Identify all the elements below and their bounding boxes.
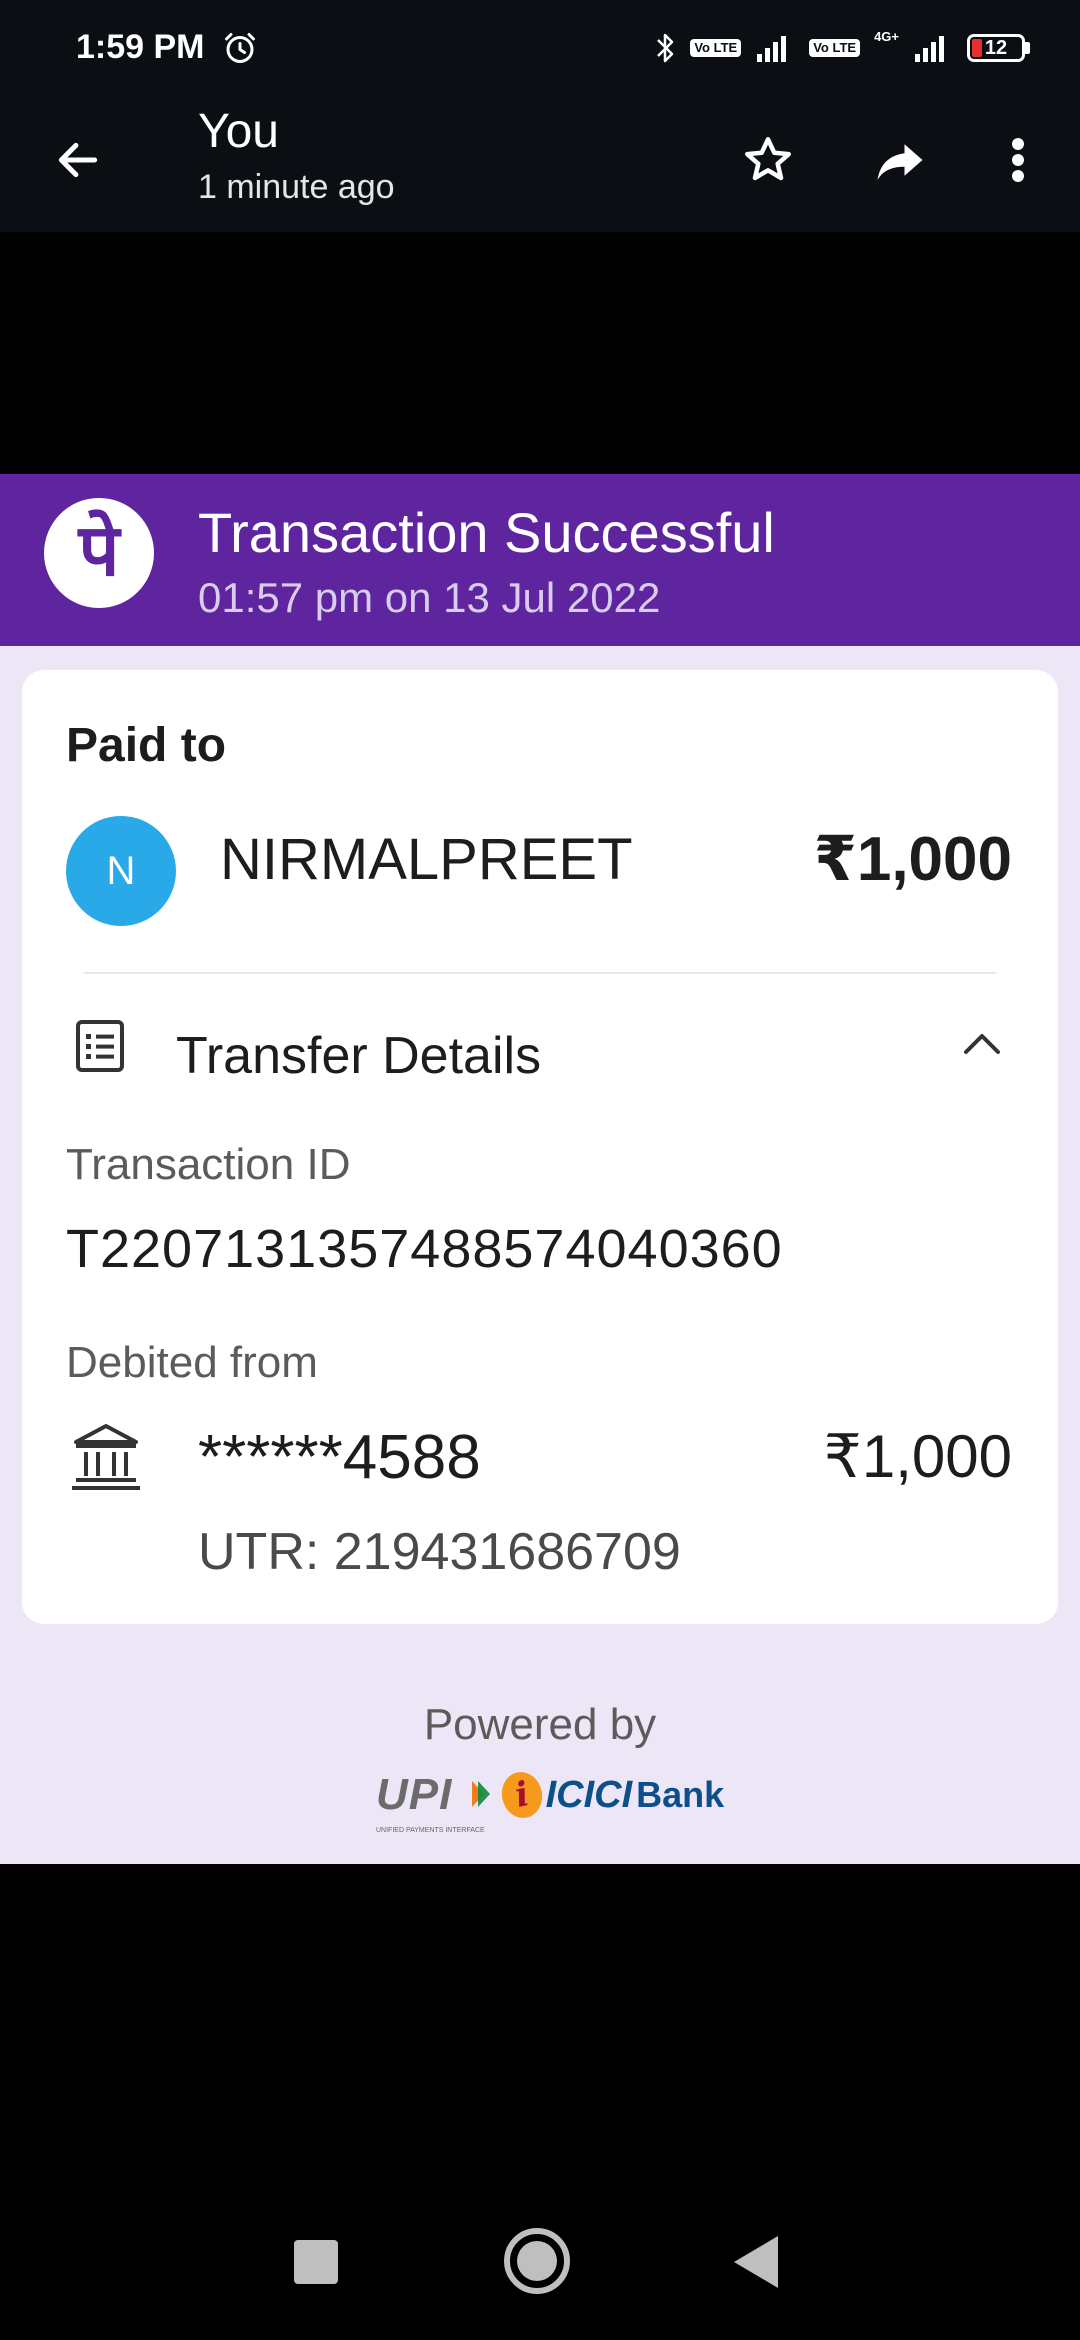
upi-arrow-icon <box>470 1779 492 1809</box>
more-options-button[interactable] <box>980 122 1056 198</box>
star-button[interactable] <box>730 122 806 198</box>
status-bar: 1:59 PM Vo LTE Vo LTE 4G+ 12 <box>0 0 1080 100</box>
debit-account: ******4588 <box>198 1423 481 1492</box>
payee-name: NIRMALPREET <box>220 827 633 892</box>
back-button[interactable] <box>40 122 116 198</box>
transaction-id: T2207131357488574040360 <box>66 1219 783 1279</box>
battery-level: 12 <box>984 37 1008 59</box>
bluetooth-icon <box>657 33 674 63</box>
arrow-back-icon <box>58 142 98 178</box>
paid-amount: ₹1,000 <box>813 825 1012 894</box>
icici-bank-logo: i ICICI Bank <box>497 1768 724 1822</box>
transfer-details-label: Transfer Details <box>176 1027 542 1085</box>
transaction-datetime: 01:57 pm on 13 Jul 2022 <box>198 574 661 621</box>
star-icon <box>745 137 791 181</box>
forward-button[interactable] <box>862 122 938 198</box>
signal-icon-1 <box>757 36 787 62</box>
status-banner: पे Transaction Successful 01:57 pm on 13… <box>0 474 1080 646</box>
powered-by-label: Powered by <box>423 1700 657 1749</box>
transaction-card: Paid to N NIRMALPREET ₹1,000 Transfer De… <box>22 670 1058 1624</box>
system-back-button[interactable] <box>734 2236 778 2288</box>
system-nav-bar <box>0 2180 1080 2340</box>
receipt-list-icon <box>76 1020 124 1072</box>
app-bar: You 1 minute ago <box>0 100 1080 232</box>
partner-logos: UPI UNIFIED PAYMENTS INTERFACE i ICICI B… <box>376 1768 724 1834</box>
divider <box>84 972 996 974</box>
status-time: 1:59 PM <box>76 28 205 66</box>
more-vert-icon <box>1012 138 1024 182</box>
debited-amount: ₹1,000 <box>823 1423 1012 1490</box>
avatar: N <box>66 816 176 926</box>
page-title: You <box>198 105 279 158</box>
upi-logo: UPI UNIFIED PAYMENTS INTERFACE <box>376 1770 492 1834</box>
bank-icon <box>72 1424 140 1490</box>
alarm-icon <box>225 33 255 63</box>
page-subtitle: 1 minute ago <box>198 168 395 206</box>
transaction-id-label: Transaction ID <box>66 1140 351 1189</box>
volte-badge-1: Vo LTE <box>690 30 742 66</box>
chevron-up-icon <box>964 1034 1000 1054</box>
forward-icon <box>877 144 923 181</box>
home-button[interactable] <box>504 2228 570 2294</box>
battery-icon: 12 <box>967 30 1030 66</box>
utr-number: UTR: 219431686709 <box>198 1523 681 1581</box>
transaction-status: Transaction Successful <box>198 501 775 564</box>
signal-icon-2 <box>915 36 944 62</box>
collapse-button <box>952 1016 1012 1072</box>
debited-from-label: Debited from <box>66 1338 318 1387</box>
receipt-image[interactable]: पे Transaction Successful 01:57 pm on 13… <box>0 474 1080 1864</box>
recents-button[interactable] <box>294 2240 338 2284</box>
network-type: 4G+ <box>874 29 899 44</box>
paid-to-label: Paid to <box>66 719 227 772</box>
volte-badge-2: Vo LTE <box>809 30 861 66</box>
phonepe-logo: पे <box>44 498 154 608</box>
